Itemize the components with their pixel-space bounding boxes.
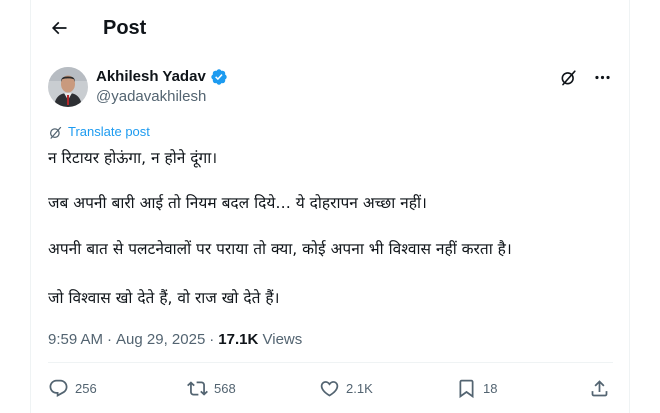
views-count[interactable]: 17.1K	[218, 331, 258, 348]
like-button[interactable]: 2.1K	[319, 378, 373, 399]
author-handle[interactable]: @yadavakhilesh	[96, 87, 228, 107]
post-paragraph: जब अपनी बारी आई तो नियम बदल दिये… ये दोह…	[48, 194, 427, 212]
author-display-name[interactable]: Akhilesh Yadav	[96, 67, 206, 87]
grok-button[interactable]	[557, 66, 579, 88]
post-paragraph: न रिटायर होऊंगा, न होने दूंगा।	[48, 149, 218, 167]
repost-count: 568	[214, 381, 236, 396]
grok-icon	[561, 69, 576, 85]
bookmark-button[interactable]: 18	[456, 378, 497, 399]
author-name-row: Akhilesh Yadav	[96, 67, 228, 87]
avatar[interactable]	[48, 67, 88, 107]
translate-post-link[interactable]: Translate post	[48, 124, 150, 140]
post-time[interactable]: 9:59 AM	[48, 331, 103, 348]
repost-button[interactable]: 568	[187, 378, 236, 399]
more-options-button[interactable]	[591, 66, 613, 88]
post-paragraph: अपनी बात से पलटनेवालों पर पराया तो क्या,…	[48, 240, 512, 258]
author-info: Akhilesh Yadav @yadavakhilesh	[96, 67, 228, 107]
more-horizontal-icon	[594, 75, 610, 79]
like-count: 2.1K	[346, 381, 373, 396]
repost-icon	[187, 381, 208, 396]
post-meta: 9:59 AM · Aug 29, 2025 · 17.1K Views	[48, 330, 302, 350]
back-button[interactable]	[43, 12, 75, 44]
bookmark-count: 18	[483, 381, 498, 396]
share-icon	[591, 380, 608, 397]
post-header: Post	[31, 0, 629, 56]
post-date[interactable]: Aug 29, 2025	[116, 331, 205, 348]
avatar-image	[48, 67, 88, 107]
translate-icon	[49, 126, 62, 139]
share-button[interactable]	[589, 378, 610, 399]
divider	[48, 362, 613, 363]
translate-post-label: Translate post	[68, 124, 150, 139]
heart-icon	[320, 381, 339, 397]
page-title: Post	[103, 17, 147, 39]
meta-separator: ·	[107, 331, 113, 348]
arrow-left-icon	[51, 21, 67, 35]
reply-count: 256	[75, 381, 97, 396]
post-top-actions	[557, 66, 613, 88]
bookmark-icon	[459, 379, 474, 399]
meta-separator: ·	[209, 331, 215, 348]
post-detail-panel: Post Akhilesh Yadav @yadavakhilesh Trans…	[30, 0, 630, 413]
verified-badge-icon	[210, 68, 228, 86]
views-label: Views	[262, 331, 303, 348]
post-paragraph: जो विश्वास खो देते हैं, वो राज खो देते ह…	[48, 289, 280, 307]
post-action-bar: 256 568 2.1K 18	[48, 378, 613, 404]
reply-icon	[49, 379, 68, 397]
reply-button[interactable]: 256	[48, 378, 97, 399]
